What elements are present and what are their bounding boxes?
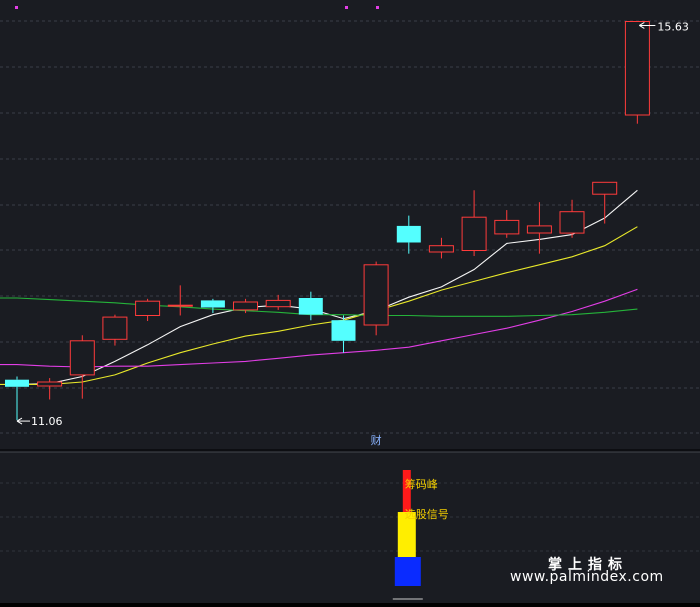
candle-body-down <box>396 225 421 243</box>
candle-body-up <box>102 316 128 340</box>
candle <box>5 376 29 421</box>
candle <box>69 335 95 399</box>
candle <box>135 298 161 322</box>
chart-stage: 15.63 11.06 财筹码峰 选股信号 掌上指标 www.palmindex.co… <box>0 0 700 603</box>
candle-body-up <box>37 381 63 387</box>
candle-body-down <box>200 300 225 308</box>
candle-body-up <box>135 300 161 317</box>
kline-chart: 15.63 11.06 财筹码峰选股信号 <box>0 6 700 600</box>
sub-bar-3 <box>394 557 421 586</box>
candle-body-up <box>526 225 552 234</box>
candle <box>428 237 454 259</box>
candle-body-up <box>363 264 389 326</box>
candle-body-down <box>331 320 356 341</box>
candle <box>167 285 193 316</box>
candle-body-up <box>624 21 650 116</box>
candle-body-down <box>5 379 29 387</box>
candle-body-up <box>494 219 520 235</box>
candle-body-up <box>461 216 487 251</box>
candle <box>331 315 356 353</box>
candle-body-up <box>167 304 193 307</box>
event-marker: 财 <box>371 433 382 447</box>
top-marker <box>376 6 379 9</box>
min-price-label: 11.06 <box>31 415 63 428</box>
candle <box>102 314 128 346</box>
candle <box>592 181 618 224</box>
sub-bar-1 <box>402 470 411 512</box>
candle <box>494 210 520 238</box>
sub-label-signal: 选股信号 <box>405 508 449 521</box>
watermark-url: www.palmindex.com <box>510 569 664 585</box>
top-marker <box>345 6 348 9</box>
candle-body-up <box>428 245 454 253</box>
candle <box>363 261 389 336</box>
candle <box>624 21 650 124</box>
max-price-label: 15.63 <box>657 20 689 33</box>
candle <box>200 298 225 314</box>
candle <box>265 294 291 310</box>
candle-body-up <box>559 211 585 234</box>
candle <box>559 199 585 238</box>
sub-label-chip-peak: 筹码峰 <box>405 477 438 491</box>
top-marker <box>15 6 18 9</box>
candle <box>396 215 421 254</box>
candle <box>526 202 552 254</box>
candle-body-up <box>265 299 291 308</box>
candle-body-up <box>592 181 618 195</box>
candle <box>461 190 487 257</box>
candle-body-down <box>298 298 323 315</box>
candle-body-up <box>233 301 258 311</box>
candle-body-up <box>69 340 95 376</box>
ma-line-1 <box>16 189 638 385</box>
